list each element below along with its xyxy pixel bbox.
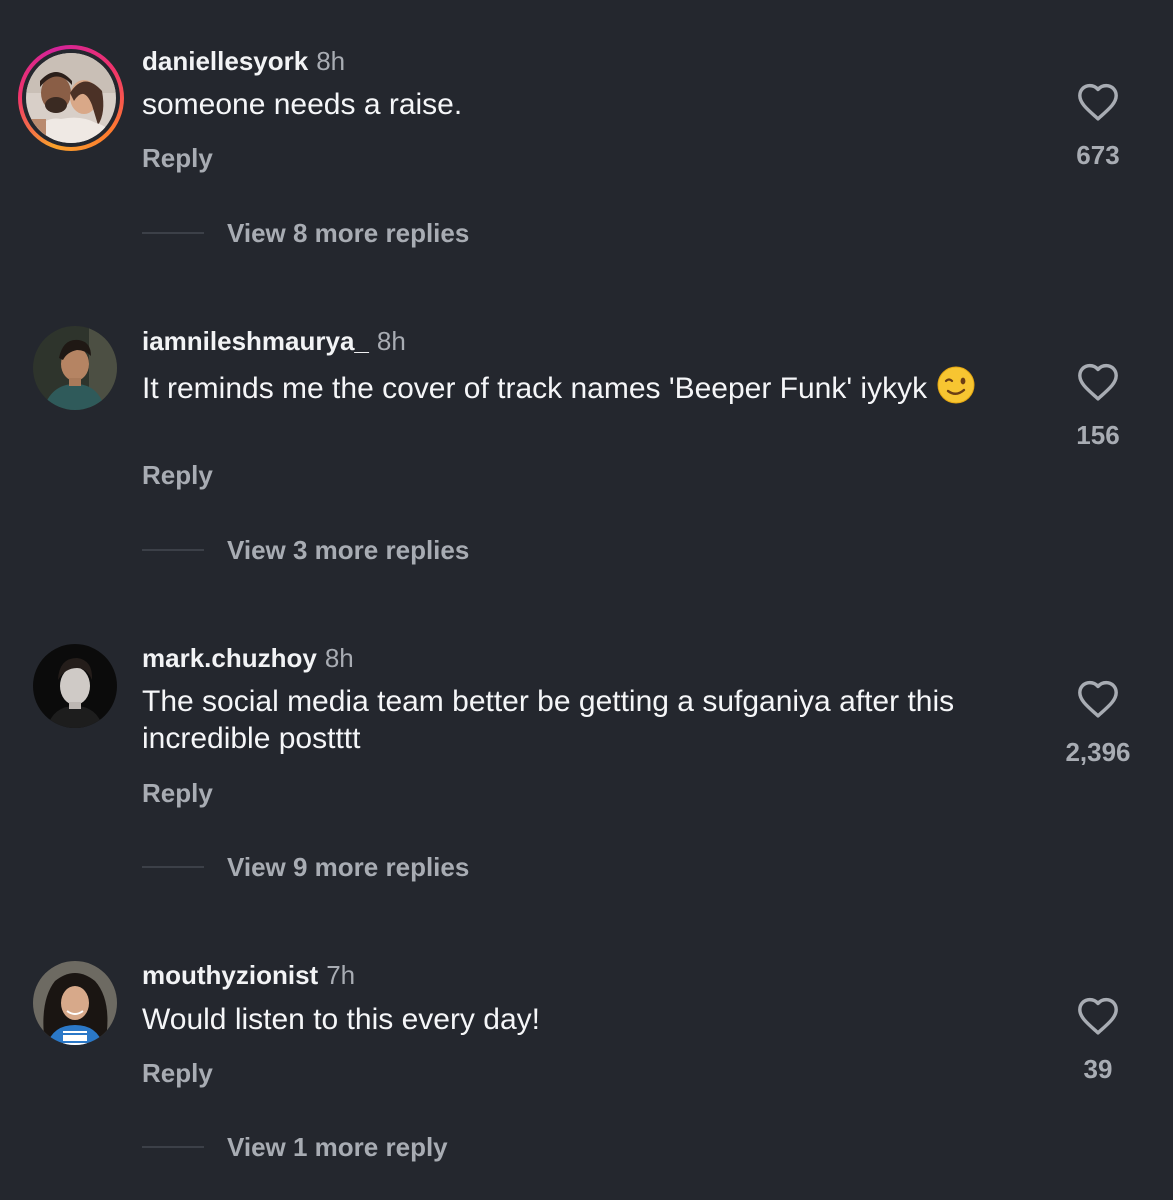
view-replies-label: View 9 more replies [227, 851, 470, 882]
comment-header: mouthyzionist 7h [142, 960, 355, 990]
like-column: 156 [1038, 362, 1158, 451]
like-column: 39 [1038, 996, 1158, 1085]
reply-button[interactable]: Reply [142, 1058, 213, 1089]
divider-line [142, 1146, 204, 1148]
comment-header: mark.chuzhoy 8h [142, 643, 354, 673]
reply-button[interactable]: Reply [142, 778, 213, 809]
avatar-story-ring[interactable] [18, 45, 124, 151]
divider-line [142, 232, 204, 234]
divider-line [142, 866, 204, 868]
timestamp: 7h [326, 960, 356, 990]
username-link[interactable]: mouthyzionist [142, 960, 318, 990]
like-column: 2,396 [1038, 679, 1158, 768]
heart-outline-icon[interactable] [1076, 679, 1120, 719]
like-count: 673 [1076, 140, 1120, 170]
avatar[interactable] [33, 961, 117, 1045]
comment-text: Would listen to this every day! [142, 1003, 540, 1036]
timestamp: 8h [316, 46, 346, 76]
comment-text: The social media team better be getting … [142, 685, 955, 755]
comment-text-body: It reminds me the cover of track names '… [142, 372, 928, 405]
avatar [26, 53, 116, 143]
avatar[interactable] [33, 326, 117, 410]
comment-text: someone needs a raise. [142, 88, 463, 121]
like-column: 673 [1038, 82, 1158, 171]
reply-button[interactable]: Reply [142, 460, 213, 491]
timestamp: 8h [324, 643, 354, 673]
view-replies-button[interactable]: View 8 more replies [142, 218, 469, 248]
view-replies-label: View 1 more reply [227, 1131, 448, 1162]
heart-outline-icon[interactable] [1076, 996, 1120, 1036]
timestamp: 8h [376, 326, 406, 356]
comment-text: It reminds me the cover of track names '… [142, 366, 1022, 413]
username-link[interactable]: daniellesyork [142, 46, 308, 76]
heart-outline-icon[interactable] [1076, 362, 1120, 402]
comment-header: daniellesyork 8h [142, 46, 345, 76]
like-count: 156 [1076, 420, 1120, 450]
comment-header: iamnileshmaurya_ 8h [142, 326, 406, 356]
heart-outline-icon[interactable] [1076, 82, 1120, 122]
username-link[interactable]: iamnileshmaurya_ [142, 326, 369, 356]
like-count: 39 [1083, 1054, 1113, 1084]
view-replies-label: View 3 more replies [227, 534, 470, 565]
divider-line [142, 549, 204, 551]
view-replies-button[interactable]: View 1 more reply [142, 1132, 448, 1162]
view-replies-label: View 8 more replies [227, 217, 470, 248]
winking-face-emoji [937, 366, 975, 413]
view-replies-button[interactable]: View 3 more replies [142, 535, 469, 565]
avatar[interactable] [33, 644, 117, 728]
like-count: 2,396 [1065, 737, 1131, 767]
view-replies-button[interactable]: View 9 more replies [142, 852, 469, 882]
username-link[interactable]: mark.chuzhoy [142, 643, 317, 673]
reply-button[interactable]: Reply [142, 143, 213, 174]
